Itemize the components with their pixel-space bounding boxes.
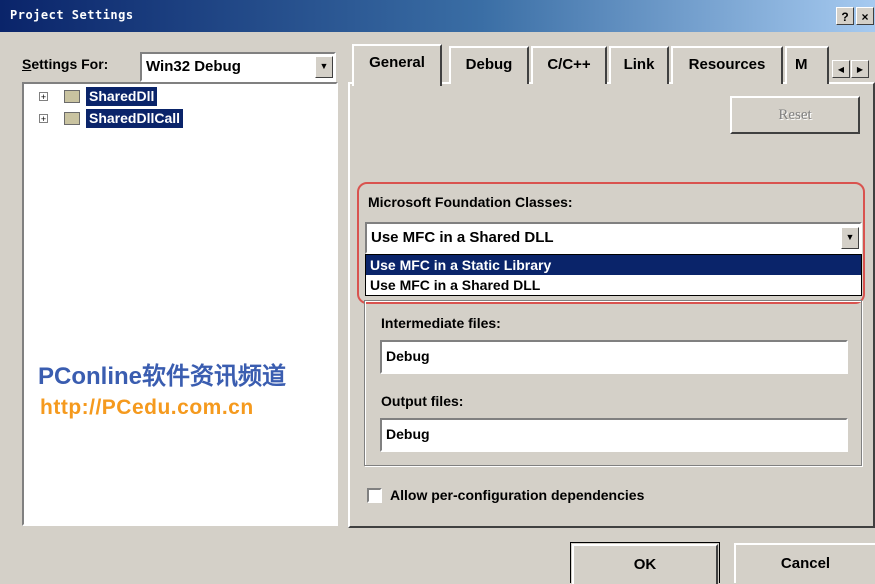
close-button[interactable]: × [856,7,874,25]
ok-button-frame: OK [570,542,720,584]
window-title: Project Settings [10,8,134,22]
project-icon [64,90,80,103]
chevron-down-icon[interactable]: ▼ [841,227,859,249]
tree-item-shareddll[interactable]: SharedDll [86,87,158,106]
settings-for-combo[interactable]: Win32 Debug ▼ [140,52,336,82]
mfc-label: Microsoft Foundation Classes: [368,194,573,210]
watermark-line2: http://PCedu.com.cn [40,396,254,419]
allow-dependencies-checkbox[interactable] [367,488,382,503]
dropdown-option-shared[interactable]: Use MFC in a Shared DLL [366,275,861,295]
tree-item-shareddllcall[interactable]: SharedDllCall [86,109,184,128]
scroll-left-icon[interactable]: ◀ [832,60,850,78]
expand-icon[interactable]: + [39,114,48,124]
chevron-down-icon[interactable]: ▼ [315,56,333,78]
intermediate-files-field[interactable]: Debug [380,340,848,374]
tab-general[interactable]: General [352,44,442,86]
mfc-combo[interactable]: Use MFC in a Shared DLL ▼ [365,222,862,254]
scroll-right-icon[interactable]: ▶ [851,60,869,78]
mfc-dropdown-list: Use MFC in a Static Library Use MFC in a… [365,254,862,296]
output-files-field[interactable]: Debug [380,418,848,452]
dropdown-option-static[interactable]: Use MFC in a Static Library [366,255,861,275]
settings-for-label: Settings For: [22,56,109,72]
ok-button[interactable]: OK [572,544,718,584]
help-button[interactable]: ? [836,7,854,25]
tab-more[interactable]: M [785,46,829,84]
cancel-button[interactable]: Cancel [734,543,875,583]
title-bar: Project Settings ? × [0,0,875,32]
reset-button[interactable]: Reset [730,96,860,134]
intermediate-files-label: Intermediate files: [381,315,501,331]
tab-link[interactable]: Link [609,46,669,84]
tab-scroll: ◀ ▶ [832,60,870,80]
tab-cpp[interactable]: C/C++ [531,46,607,84]
project-icon [64,112,80,125]
watermark-line1: PConline软件资讯频道 [38,363,287,390]
allow-dependencies-label: Allow per-configuration dependencies [390,487,645,503]
tab-debug[interactable]: Debug [449,46,529,84]
tab-resources[interactable]: Resources [671,46,783,84]
mfc-combo-value: Use MFC in a Shared DLL [371,229,554,246]
settings-for-value: Win32 Debug [146,58,241,75]
expand-icon[interactable]: + [39,92,48,102]
output-files-label: Output files: [381,393,464,409]
project-tree[interactable]: + SharedDll + SharedDllCall PConline软件资讯… [22,82,338,526]
